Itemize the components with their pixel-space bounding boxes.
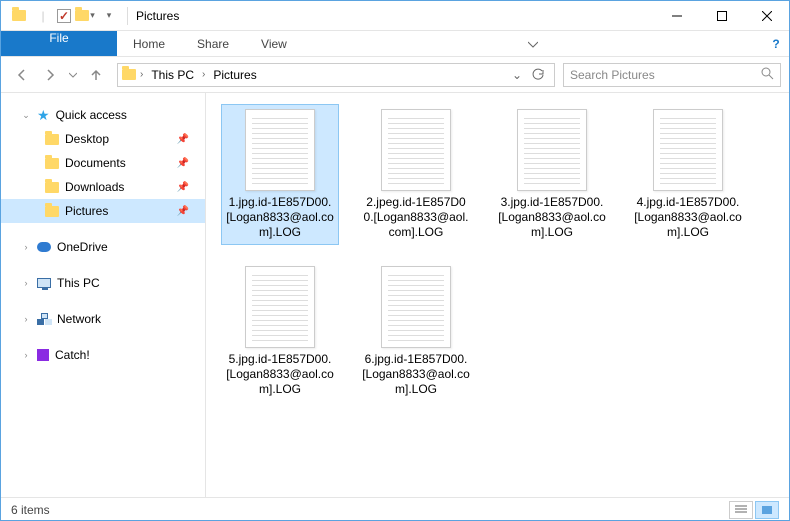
file-item[interactable]: 3.jpg.id-1E857D00.[Logan8833@aol.com].LO… bbox=[494, 105, 610, 244]
file-item[interactable]: 4.jpg.id-1E857D00.[Logan8833@aol.com].LO… bbox=[630, 105, 746, 244]
pin-icon: 📌 bbox=[177, 158, 189, 169]
log-file-icon bbox=[381, 266, 451, 348]
file-pane[interactable]: 1.jpg.id-1E857D00.[Logan8833@aol.com].LO… bbox=[206, 93, 789, 497]
file-name-label: 4.jpg.id-1E857D00.[Logan8833@aol.com].LO… bbox=[634, 195, 742, 240]
location-folder-icon bbox=[122, 69, 136, 80]
sidebar-quick-access[interactable]: ⌄ ★ Quick access bbox=[1, 103, 205, 127]
folder-icon bbox=[9, 6, 29, 26]
search-input[interactable]: Search Pictures bbox=[563, 63, 781, 87]
window-controls bbox=[654, 1, 789, 31]
window-title: Pictures bbox=[136, 9, 179, 23]
qat-dropdown-icon[interactable]: ▾ bbox=[99, 6, 119, 26]
quick-access-toolbar: | ✓ ▾ ▾ bbox=[9, 6, 119, 26]
expand-icon[interactable]: › bbox=[21, 242, 31, 252]
title-separator bbox=[127, 7, 128, 25]
address-dropdown-icon[interactable]: ⌄ bbox=[512, 68, 522, 82]
properties-checkbox-icon[interactable]: ✓ bbox=[57, 9, 71, 23]
close-button[interactable] bbox=[744, 1, 789, 31]
sidebar-item-label: OneDrive bbox=[57, 240, 108, 254]
title-bar: | ✓ ▾ ▾ Pictures bbox=[1, 1, 789, 31]
qat-separator: | bbox=[33, 6, 53, 26]
sidebar-item-this-pc[interactable]: › This PC bbox=[1, 271, 205, 295]
folder-icon bbox=[45, 182, 59, 193]
search-icon[interactable] bbox=[760, 66, 774, 83]
expand-icon[interactable]: › bbox=[21, 314, 31, 324]
sidebar-item-label: Documents bbox=[65, 156, 126, 170]
sidebar-item-label: Pictures bbox=[65, 204, 108, 218]
chevron-right-icon[interactable]: › bbox=[140, 69, 143, 80]
sidebar-item-desktop[interactable]: Desktop 📌 bbox=[1, 127, 205, 151]
log-file-icon bbox=[381, 109, 451, 191]
crumb-this-pc[interactable]: This PC bbox=[147, 68, 198, 82]
pin-icon: 📌 bbox=[177, 206, 189, 217]
sidebar-label: Quick access bbox=[56, 108, 127, 122]
sidebar-item-label: Desktop bbox=[65, 132, 109, 146]
tab-share[interactable]: Share bbox=[181, 31, 245, 56]
folder-icon bbox=[45, 206, 59, 217]
file-name-label: 1.jpg.id-1E857D00.[Logan8833@aol.com].LO… bbox=[226, 195, 334, 240]
folder-icon bbox=[45, 158, 59, 169]
sidebar-item-label: Catch! bbox=[55, 348, 90, 362]
sidebar-item-catch-[interactable]: › Catch! bbox=[1, 343, 205, 367]
recent-locations-button[interactable] bbox=[65, 62, 81, 88]
minimize-button[interactable] bbox=[654, 1, 699, 31]
ribbon: File Home Share View ? bbox=[1, 31, 789, 57]
search-placeholder: Search Pictures bbox=[570, 68, 655, 82]
sidebar-item-documents[interactable]: Documents 📌 bbox=[1, 151, 205, 175]
pin-icon: 📌 bbox=[177, 182, 189, 193]
forward-button[interactable] bbox=[37, 62, 63, 88]
tab-file[interactable]: File bbox=[1, 31, 117, 56]
navigation-bar: › This PC › Pictures ⌄ Search Pictures bbox=[1, 57, 789, 93]
monitor-icon bbox=[37, 278, 51, 288]
log-file-icon bbox=[245, 109, 315, 191]
file-name-label: 3.jpg.id-1E857D00.[Logan8833@aol.com].LO… bbox=[498, 195, 606, 240]
sidebar-item-label: Downloads bbox=[65, 180, 124, 194]
sidebar-item-downloads[interactable]: Downloads 📌 bbox=[1, 175, 205, 199]
tab-home[interactable]: Home bbox=[117, 31, 181, 56]
file-item[interactable]: 2.jpeg.id-1E857D00.[Logan8833@aol.com].L… bbox=[358, 105, 474, 244]
file-name-label: 6.jpg.id-1E857D00.[Logan8833@aol.com].LO… bbox=[362, 352, 470, 397]
log-file-icon bbox=[245, 266, 315, 348]
address-bar[interactable]: › This PC › Pictures ⌄ bbox=[117, 63, 555, 87]
chevron-right-icon[interactable]: › bbox=[202, 69, 205, 80]
collapse-icon[interactable]: ⌄ bbox=[21, 110, 31, 121]
sidebar-item-label: This PC bbox=[57, 276, 100, 290]
up-button[interactable] bbox=[83, 62, 109, 88]
icons-view-button[interactable] bbox=[755, 501, 779, 519]
file-item[interactable]: 1.jpg.id-1E857D00.[Logan8833@aol.com].LO… bbox=[222, 105, 338, 244]
pin-icon: 📌 bbox=[177, 134, 189, 145]
file-name-label: 5.jpg.id-1E857D00.[Logan8833@aol.com].LO… bbox=[226, 352, 334, 397]
file-item[interactable]: 6.jpg.id-1E857D00.[Logan8833@aol.com].LO… bbox=[358, 262, 474, 401]
network-icon bbox=[37, 313, 51, 325]
file-grid: 1.jpg.id-1E857D00.[Logan8833@aol.com].LO… bbox=[222, 105, 789, 401]
status-bar: 6 items bbox=[1, 497, 789, 521]
sidebar-item-pictures[interactable]: Pictures 📌 bbox=[1, 199, 205, 223]
help-button[interactable]: ? bbox=[763, 31, 789, 56]
log-file-icon bbox=[517, 109, 587, 191]
app-icon bbox=[37, 349, 49, 361]
details-view-button[interactable] bbox=[729, 501, 753, 519]
file-name-label: 2.jpeg.id-1E857D00.[Logan8833@aol.com].L… bbox=[362, 195, 470, 240]
navigation-pane: ⌄ ★ Quick access Desktop📌Documents📌Downl… bbox=[1, 93, 206, 497]
cloud-icon bbox=[37, 242, 51, 252]
qat-overflow-icon[interactable]: ▾ bbox=[75, 6, 95, 26]
log-file-icon bbox=[653, 109, 723, 191]
back-button[interactable] bbox=[9, 62, 35, 88]
maximize-button[interactable] bbox=[699, 1, 744, 31]
folder-icon bbox=[45, 134, 59, 145]
crumb-pictures[interactable]: Pictures bbox=[209, 68, 260, 82]
refresh-button[interactable] bbox=[526, 68, 550, 82]
explorer-body: ⌄ ★ Quick access Desktop📌Documents📌Downl… bbox=[1, 93, 789, 497]
tab-view[interactable]: View bbox=[245, 31, 303, 56]
expand-icon[interactable]: › bbox=[21, 350, 31, 360]
file-item[interactable]: 5.jpg.id-1E857D00.[Logan8833@aol.com].LO… bbox=[222, 262, 338, 401]
sidebar-item-onedrive[interactable]: › OneDrive bbox=[1, 235, 205, 259]
expand-icon[interactable]: › bbox=[21, 278, 31, 288]
item-count-label: 6 items bbox=[11, 503, 50, 517]
ribbon-expand-button[interactable] bbox=[513, 31, 553, 56]
star-icon: ★ bbox=[37, 107, 50, 124]
sidebar-item-label: Network bbox=[57, 312, 101, 326]
sidebar-item-network[interactable]: › Network bbox=[1, 307, 205, 331]
